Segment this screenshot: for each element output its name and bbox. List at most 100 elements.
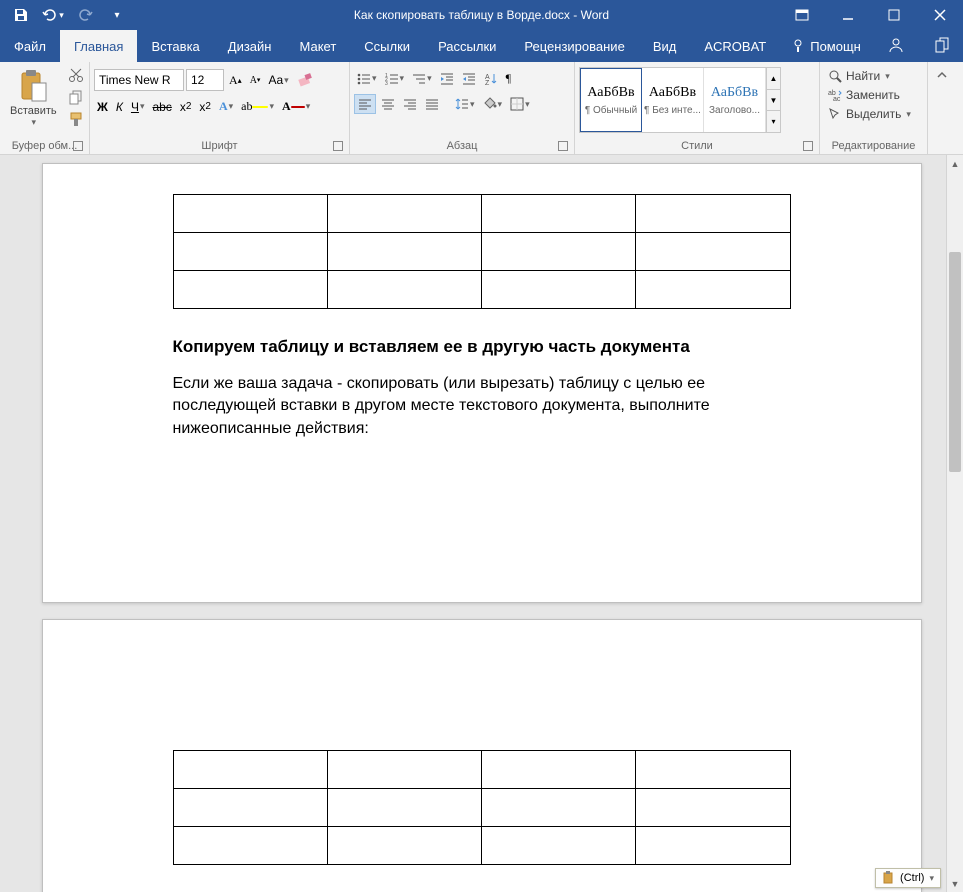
cut-button[interactable] [65, 65, 87, 85]
tab-acrobat[interactable]: ACROBAT [690, 30, 780, 62]
italic-button[interactable]: К [113, 98, 126, 116]
font-size-select[interactable] [186, 69, 224, 91]
title-bar: ▾ ▾ Как скопировать таблицу в Ворде.docx… [0, 0, 963, 30]
tell-me[interactable]: Помощн [780, 30, 873, 62]
paragraph-launcher[interactable] [558, 141, 568, 151]
doc-table-1[interactable] [173, 194, 791, 309]
style-gallery: АаБбВв ¶ Обычный АаБбВв ¶ Без инте... Аа… [579, 67, 781, 133]
account-button[interactable] [873, 30, 919, 60]
group-font: A▴ A▾ Aa▾ Ж К Ч▾ abc x2 x2 A▾ ab▾ A▾ Шри… [90, 62, 350, 154]
align-right-button[interactable] [400, 95, 420, 113]
tell-me-label: Помощн [810, 39, 861, 54]
group-label-clipboard: Буфер обм... [4, 138, 85, 154]
shrink-font-button[interactable]: A▾ [247, 73, 264, 88]
share-button[interactable] [919, 30, 963, 60]
align-center-button[interactable] [378, 95, 398, 113]
group-editing: Найти▾ abac Заменить Выделить▾ Редактиро… [820, 62, 928, 154]
superscript-button[interactable]: x2 [196, 98, 214, 116]
tab-references[interactable]: Ссылки [350, 30, 424, 62]
window-controls [779, 0, 963, 30]
replace-button[interactable]: abac Заменить [824, 86, 904, 104]
style-expand[interactable]: ▾ [767, 111, 780, 132]
tab-view[interactable]: Вид [639, 30, 691, 62]
tab-layout[interactable]: Макет [285, 30, 350, 62]
bold-button[interactable]: Ж [94, 98, 111, 116]
group-clipboard: Вставить ▾ Буфер обм... [0, 62, 90, 154]
copy-button[interactable] [65, 87, 87, 107]
strikethrough-button[interactable]: abc [149, 98, 174, 116]
multilevel-list-button[interactable]: ▾ [409, 70, 435, 88]
font-name-select[interactable] [94, 69, 184, 91]
doc-heading[interactable]: Копируем таблицу и вставляем ее в другую… [173, 337, 791, 357]
ribbon-tabs: Файл Главная Вставка Дизайн Макет Ссылки… [0, 30, 963, 62]
clipboard-launcher[interactable] [73, 141, 83, 151]
group-label-font: Шрифт [94, 138, 345, 154]
tab-home[interactable]: Главная [60, 30, 137, 62]
sort-button[interactable]: AZ [481, 70, 501, 88]
highlight-button[interactable]: ab▾ [238, 97, 277, 116]
close-button[interactable] [917, 0, 963, 30]
scroll-track[interactable] [947, 172, 963, 875]
tab-review[interactable]: Рецензирование [510, 30, 638, 62]
ribbon-display-button[interactable] [779, 0, 825, 30]
svg-text:Z: Z [485, 80, 490, 86]
align-left-button[interactable] [354, 94, 376, 114]
underline-button[interactable]: Ч▾ [128, 98, 148, 116]
page-1[interactable]: Копируем таблицу и вставляем ее в другую… [42, 163, 922, 603]
collapse-ribbon-button[interactable] [928, 62, 956, 154]
redo-button[interactable] [70, 1, 100, 29]
doc-table-2[interactable] [173, 750, 791, 865]
scroll-down-button[interactable]: ▼ [947, 875, 963, 892]
group-paragraph: ▾ 123▾ ▾ AZ ¶ ▾ ▾ ▾ Абзац [350, 62, 575, 154]
paste-button[interactable]: Вставить ▾ [4, 65, 63, 132]
tab-mailings[interactable]: Рассылки [424, 30, 510, 62]
group-styles: АаБбВв ¶ Обычный АаБбВв ¶ Без инте... Аа… [575, 62, 820, 154]
decrease-indent-button[interactable] [437, 70, 457, 88]
tab-insert[interactable]: Вставка [137, 30, 213, 62]
group-label-paragraph: Абзац [354, 138, 570, 154]
subscript-button[interactable]: x2 [177, 98, 195, 116]
style-normal[interactable]: АаБбВв ¶ Обычный [580, 68, 642, 132]
change-case-button[interactable]: Aa▾ [265, 71, 291, 89]
style-scroll-down[interactable]: ▼ [767, 90, 780, 112]
select-button[interactable]: Выделить▾ [824, 105, 915, 123]
save-button[interactable] [6, 1, 36, 29]
style-heading1[interactable]: АаБбВв Заголово... [704, 68, 766, 132]
style-no-spacing[interactable]: АаБбВв ¶ Без инте... [642, 68, 704, 132]
text-effects-button[interactable]: A▾ [216, 97, 236, 116]
minimize-button[interactable] [825, 0, 871, 30]
shading-button[interactable]: ▾ [480, 95, 506, 113]
quick-access-toolbar: ▾ ▾ [0, 1, 132, 29]
font-launcher[interactable] [333, 141, 343, 151]
scroll-thumb[interactable] [949, 252, 961, 472]
vertical-scrollbar[interactable]: ▲ ▼ [946, 155, 963, 892]
borders-button[interactable]: ▾ [507, 95, 533, 113]
page-2[interactable] [42, 619, 922, 892]
line-spacing-button[interactable]: ▾ [452, 95, 478, 113]
bullets-button[interactable]: ▾ [354, 70, 380, 88]
show-marks-button[interactable]: ¶ [503, 69, 514, 88]
paste-label: Вставить [10, 105, 57, 117]
paste-options-smart-tag[interactable]: (Ctrl)▾ [875, 868, 941, 888]
increase-indent-button[interactable] [459, 70, 479, 88]
tab-file[interactable]: Файл [0, 30, 60, 62]
find-button[interactable]: Найти▾ [824, 67, 894, 85]
format-painter-button[interactable] [65, 109, 87, 129]
doc-paragraph[interactable]: Если же ваша задача - скопировать (или в… [173, 373, 791, 440]
svg-text:ac: ac [833, 96, 841, 102]
numbering-button[interactable]: 123▾ [382, 70, 408, 88]
grow-font-button[interactable]: A▴ [226, 71, 245, 90]
svg-text:3: 3 [385, 81, 388, 86]
maximize-button[interactable] [871, 0, 917, 30]
styles-launcher[interactable] [803, 141, 813, 151]
clear-formatting-button[interactable] [294, 70, 316, 90]
scroll-up-button[interactable]: ▲ [947, 155, 963, 172]
document-area: Копируем таблицу и вставляем ее в другую… [0, 155, 963, 892]
style-scroll-up[interactable]: ▲ [767, 68, 780, 90]
font-color-button[interactable]: A▾ [279, 97, 313, 116]
tab-design[interactable]: Дизайн [214, 30, 286, 62]
qat-customize-button[interactable]: ▾ [102, 1, 132, 29]
undo-button[interactable]: ▾ [38, 1, 68, 29]
group-label-editing: Редактирование [824, 138, 923, 154]
justify-button[interactable] [422, 95, 442, 113]
